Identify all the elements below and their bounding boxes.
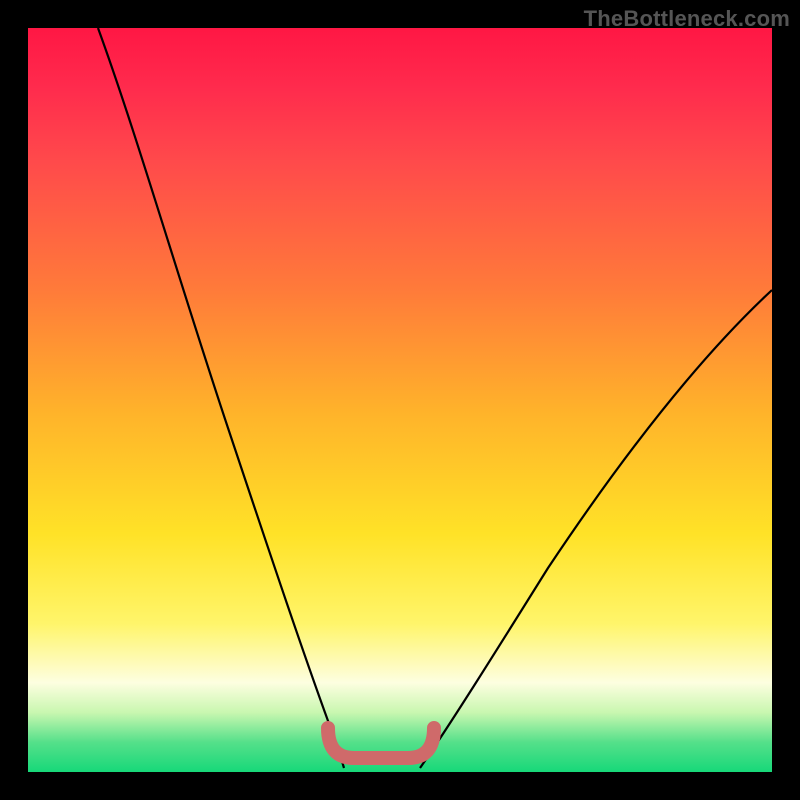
watermark-text: TheBottleneck.com — [584, 6, 790, 32]
plot-area — [28, 28, 772, 772]
chart-svg — [28, 28, 772, 772]
right-curve — [420, 290, 772, 768]
left-curve — [98, 28, 344, 768]
chart-frame: TheBottleneck.com — [0, 0, 800, 800]
bottom-bracket — [328, 728, 434, 758]
